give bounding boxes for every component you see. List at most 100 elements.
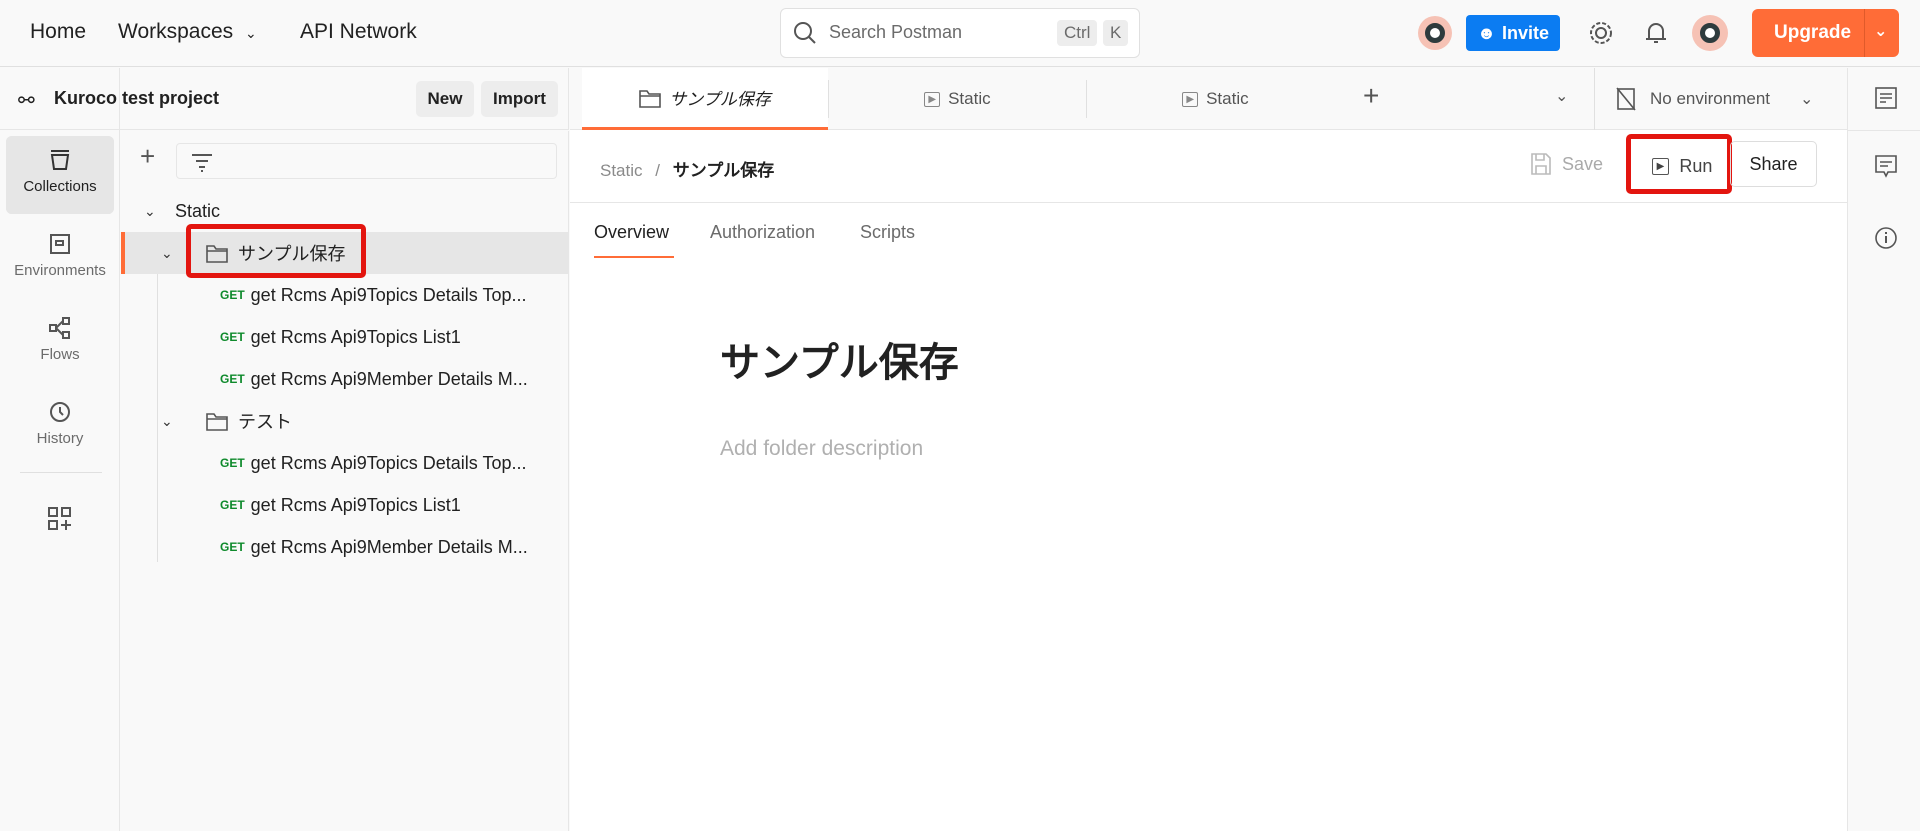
main-panel: サンプル保存 ▶ Static ▶ Static + ⌄ No environmen… (570, 68, 1847, 831)
top-bar: Home Workspaces ⌄ API Network Search Pos… (0, 0, 1920, 67)
request-name: get Rcms Api9Topics Details Top... (250, 452, 527, 473)
team-icon: ⚯ (18, 90, 35, 112)
tab-static[interactable]: ▶ Static (829, 68, 1086, 130)
upgrade-button[interactable]: Upgrade ⌄ (1752, 9, 1899, 57)
run-button[interactable]: ▶ Run (1642, 146, 1722, 186)
breadcrumb: Static / サンプル保存 (600, 156, 774, 181)
info-icon[interactable] (1874, 226, 1898, 250)
collection-static[interactable]: ⌄ Static (121, 190, 568, 232)
folder-title[interactable]: サンプル保存 (720, 330, 959, 388)
share-button[interactable]: Share (1730, 141, 1817, 187)
tab-static[interactable]: ▶ Static (1087, 68, 1344, 130)
divider (1594, 68, 1595, 130)
request-item[interactable]: GET get Rcms Api9Member Details M... (121, 526, 568, 568)
rail-label: Flows (40, 346, 80, 363)
chevron-down-icon: ⌄ (161, 412, 173, 429)
environment-selector[interactable]: No environment ⌄ (1616, 84, 1816, 114)
import-button[interactable]: Import (481, 81, 558, 117)
folder-icon (206, 413, 228, 431)
save-label: Save (1562, 153, 1604, 174)
nav-workspaces[interactable]: Workspaces ⌄ (118, 20, 257, 44)
tab-label: サンプル保存 (669, 90, 771, 109)
rail-environments[interactable]: Environments (6, 220, 114, 298)
tab-authorization[interactable]: Authorization (710, 222, 815, 243)
nav-workspaces-label: Workspaces (118, 20, 234, 43)
gear-icon[interactable] (1588, 20, 1614, 46)
search-input[interactable]: Search Postman Ctrl K (780, 8, 1140, 58)
rail-nav: Collections Environments Flows History (0, 136, 120, 736)
filter-input[interactable] (176, 143, 557, 179)
folder-row[interactable]: ⌄ テスト (121, 400, 568, 442)
method-badge: GET (220, 288, 245, 302)
no-environment-icon (1616, 87, 1636, 111)
divider (20, 472, 102, 473)
bell-icon[interactable] (1644, 20, 1668, 46)
tab-scripts[interactable]: Scripts (860, 222, 915, 243)
environment-label: No environment (1650, 89, 1771, 108)
new-tab-icon[interactable]: + (1363, 80, 1379, 112)
breadcrumb-separator: / (655, 161, 660, 180)
tab-label: Static (948, 89, 991, 108)
request-name: get Rcms Api9Topics List1 (250, 326, 461, 347)
history-icon (50, 402, 70, 422)
search-placeholder: Search Postman (829, 22, 963, 42)
collections-sidebar: + ⌄ Static ⌄ サンプル保存 GET get Rcms Api9Topi… (121, 131, 569, 831)
request-name: get Rcms Api9Topics Details Top... (250, 284, 527, 305)
comments-icon[interactable] (1874, 154, 1898, 180)
divider (1864, 9, 1865, 57)
upgrade-label: Upgrade (1774, 22, 1852, 43)
environments-icon (50, 234, 70, 254)
tab-folder[interactable]: サンプル保存 (582, 68, 828, 130)
nav-home[interactable]: Home (30, 20, 86, 44)
request-name: get Rcms Api9Member Details M... (250, 368, 528, 389)
breadcrumb-parent[interactable]: Static (600, 161, 643, 180)
rail-label: Environments (14, 262, 106, 279)
method-badge: GET (220, 372, 245, 386)
rail-collections[interactable]: Collections (6, 136, 114, 214)
collections-icon (50, 150, 70, 170)
request-item[interactable]: GET get Rcms Api9Topics Details Top... (121, 442, 568, 484)
save-button[interactable]: Save (1530, 152, 1603, 176)
method-badge: GET (220, 498, 245, 512)
method-badge: GET (220, 456, 245, 470)
request-item[interactable]: GET get Rcms Api9Topics List1 (121, 484, 568, 526)
new-button[interactable]: New (416, 81, 474, 117)
right-rail (1847, 68, 1920, 831)
chevron-down-icon: ⌄ (144, 202, 156, 219)
rail-label: History (36, 430, 84, 447)
chevron-down-icon: ⌄ (245, 25, 257, 41)
divider (1848, 130, 1920, 131)
request-item[interactable]: GET get Rcms Api9Topics Details Top... (121, 274, 568, 316)
invite-button[interactable]: ☻ Invite (1466, 15, 1560, 51)
nav-api-network[interactable]: API Network (300, 20, 417, 44)
chevron-down-icon[interactable]: ⌄ (1874, 21, 1887, 41)
chevron-down-icon[interactable]: ⌄ (1555, 86, 1568, 106)
breadcrumb-current: サンプル保存 (672, 161, 775, 180)
folder-row[interactable]: ⌄ サンプル保存 (125, 232, 568, 274)
request-name: get Rcms Api9Topics List1 (250, 494, 461, 515)
shortcut-ctrl: Ctrl (1057, 20, 1098, 46)
user-avatar[interactable] (1692, 15, 1728, 51)
variables-icon[interactable] (1874, 86, 1898, 112)
folder-icon (206, 245, 228, 263)
team-avatar[interactable] (1418, 16, 1452, 50)
shortcut-k: K (1103, 20, 1129, 46)
play-icon: ▶ (1651, 157, 1670, 175)
rail-history[interactable]: History (6, 388, 114, 466)
add-collection-icon[interactable]: + (140, 141, 155, 172)
rail-flows[interactable]: Flows (6, 304, 114, 382)
folder-name: テスト (238, 412, 292, 432)
workspace-header: ⚯ Kuroco test project New Import (0, 68, 569, 130)
folder-description-input[interactable]: Add folder description (720, 437, 923, 461)
filter-icon (192, 154, 212, 172)
tab-overview[interactable]: Overview (594, 222, 669, 243)
chevron-down-icon: ⌄ (161, 244, 173, 261)
rail-label: Collections (23, 178, 97, 195)
add-apps-icon[interactable] (47, 506, 73, 532)
request-item[interactable]: GET get Rcms Api9Topics List1 (121, 316, 568, 358)
search-icon (794, 22, 816, 44)
tab-label: Static (1206, 89, 1249, 108)
request-item[interactable]: GET get Rcms Api9Member Details M... (121, 358, 568, 400)
play-icon: ▶ (924, 91, 941, 107)
play-icon: ▶ (1182, 91, 1199, 107)
